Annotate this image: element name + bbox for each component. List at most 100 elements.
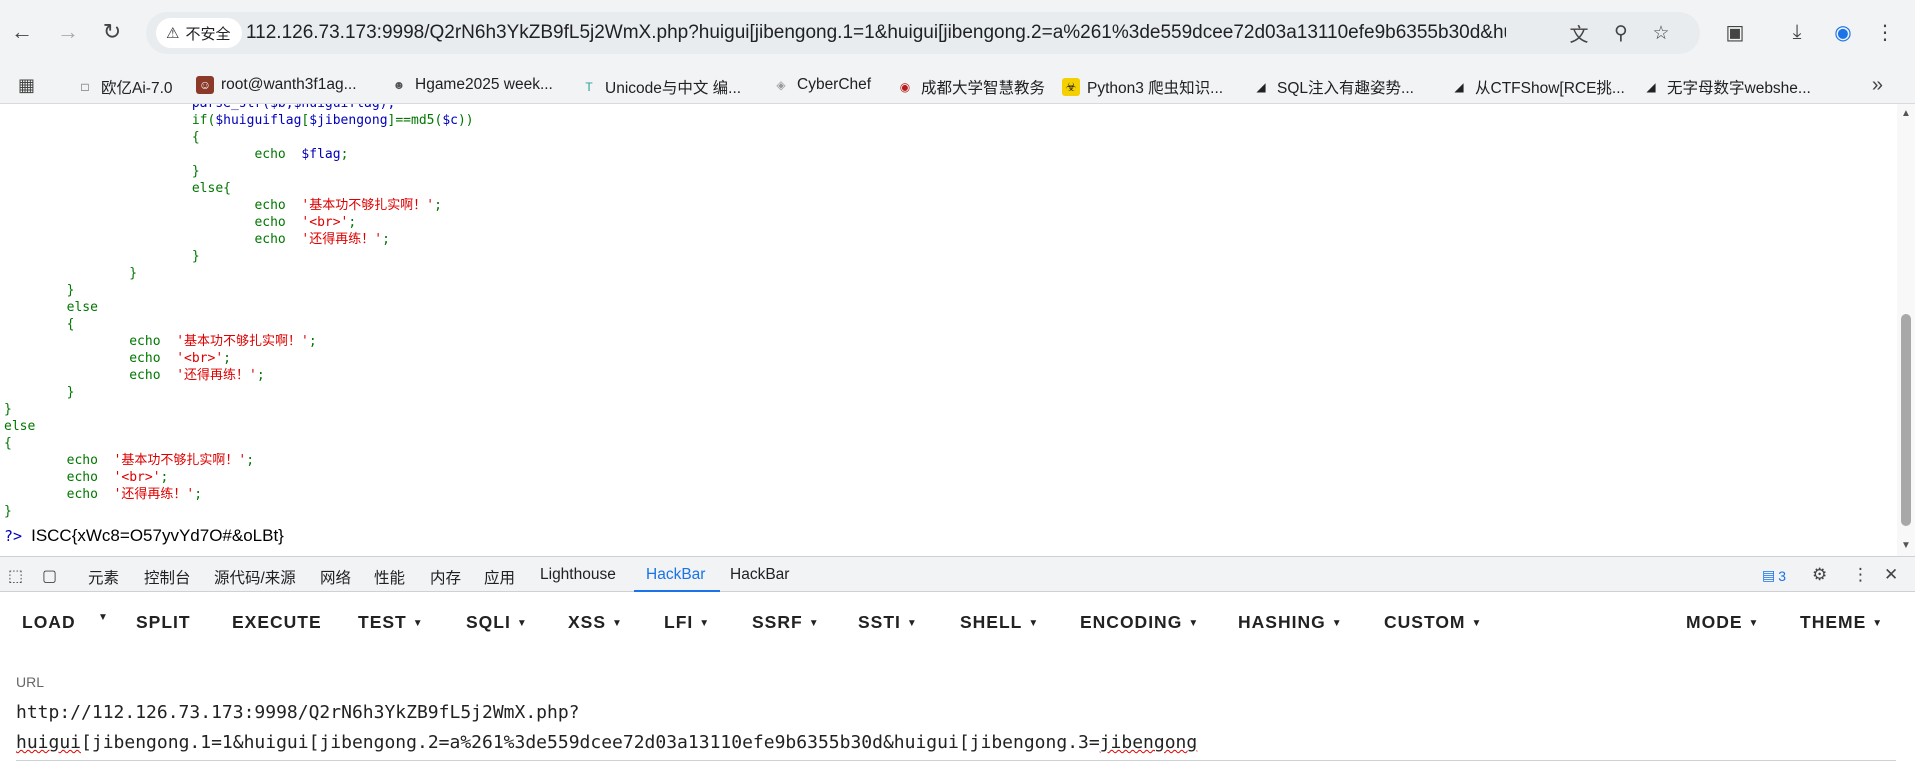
download-icon[interactable]: ⤓ [1782,17,1812,47]
devtools-tab[interactable]: 内存 [430,566,461,588]
back-arrow-icon[interactable]: ← [6,16,38,48]
hackbar-button-ssti[interactable]: SSTI ▼ [858,612,918,633]
devtools-tab[interactable]: 性能 [374,566,405,588]
scroll-down-icon[interactable]: ▼ [1901,540,1911,551]
code-token: '基本功不够扎实啊！' [113,453,247,468]
scrollbar-thumb[interactable] [1901,314,1911,526]
bookmark-item[interactable]: ◉ 成都大学智慧教务 [896,76,1045,98]
bookmark-item[interactable]: T Unicode与中文 编... [580,76,741,98]
code-token: echo [4,198,302,213]
menu-kebab-icon[interactable]: ⋮ [1870,17,1900,47]
caret-down-icon: ▼ [1028,618,1040,629]
hackbar-button-split[interactable]: SPLIT [136,612,191,633]
hackbar-button-test[interactable]: TEST ▼ [358,612,424,633]
devtools-tab[interactable]: 源代码/来源 [214,566,296,588]
code-token: '基本功不够扎实啊！' [301,198,435,213]
code-token: } [4,266,138,281]
devtools-tab[interactable]: HackBar [646,566,705,584]
hackbar-button-ssrf[interactable]: SSRF ▼ [752,612,820,633]
forward-arrow-icon[interactable]: → [52,16,84,48]
scroll-up-icon[interactable]: ▲ [1901,108,1911,119]
code-line: echo '<br>'; [4,469,474,486]
hackbar-button-hashing[interactable]: HASHING ▼ [1238,612,1343,633]
code-line: echo '<br>'; [4,214,474,231]
devtools-tab[interactable]: 元素 [88,566,119,588]
devtools-tab[interactable]: Lighthouse [540,566,616,584]
hackbar-button-mode[interactable]: MODE ▼ [1686,612,1759,633]
hackbar-button-custom[interactable]: CUSTOM ▼ [1384,612,1482,633]
code-token: ; [246,453,255,468]
extensions-icon[interactable]: ▣ [1720,17,1750,47]
bookmark-item[interactable]: ◢ SQL注入有趣姿势... [1252,76,1414,98]
close-devtools-icon[interactable]: ✕ [1884,565,1898,585]
flag-output-line: ?> ISCC{xWc8=O57yvYd7O#&oLBt} [4,526,284,546]
hackbar-button-label: SSRF [752,612,803,632]
hackbar-button-label: HASHING [1238,612,1326,632]
caret-down-icon: ▼ [612,618,623,629]
zoom-icon[interactable]: ⚲ [1608,20,1634,46]
code-line: } [4,503,474,520]
bookmark-item[interactable]: ☻ Hgame2025 week... [390,76,553,94]
message-count: 3 [1778,567,1787,584]
code-line: if($huiguiflag[$jibengong]==md5($c)) [4,112,474,129]
hackbar-button-load[interactable]: LOAD [22,612,76,633]
code-token: } [4,164,200,179]
devtools-tab[interactable]: 应用 [484,566,515,588]
profile-icon[interactable]: ◉ [1828,17,1858,47]
hackbar-button-theme[interactable]: THEME ▼ [1800,612,1883,633]
security-label: 不安全 [185,25,231,43]
devtools-menu-icon[interactable]: ⋮ [1852,565,1869,585]
page-scrollbar[interactable]: ▲ ▼ [1897,104,1915,556]
caret-down-icon: ▼ [1872,618,1884,629]
inspect-element-icon[interactable]: ⬚ [8,566,23,586]
code-line: echo '<br>'; [4,350,474,367]
code-token: $jibengong [309,113,388,128]
hackbar-button-label: CUSTOM [1384,612,1466,632]
address-bar[interactable]: ⚠ 不安全 112.126.73.173:9998/Q2rN6h3YkZB9fL… [146,12,1700,54]
bookmark-item[interactable]: ◢ 无字母数字webshe... [1642,76,1810,98]
code-line: parse_str($b,$huiguiflag); [4,104,474,112]
hackbar-button-execute[interactable]: EXECUTE [232,612,322,633]
caret-down-icon: ▼ [699,618,711,629]
hackbar-button-sqli[interactable]: SQLI ▼ [466,612,528,633]
url-text[interactable]: 112.126.73.173:9998/Q2rN6h3YkZB9fL5j2WmX… [246,22,1506,44]
hackbar-button-lfi[interactable]: LFI ▼ [664,612,710,633]
translate-icon[interactable]: 文 [1566,20,1592,46]
code-token: echo [4,453,114,468]
bookmark-item[interactable]: ☣ Python3 爬虫知识... [1062,76,1223,98]
avatar-icon: ☺ [196,76,214,94]
code-line: echo '还得再练！'; [4,367,474,384]
hackbar-button-shell[interactable]: SHELL ▼ [960,612,1039,633]
chat-icon: □ [81,80,89,94]
code-token: else [4,419,36,434]
devtools-tab[interactable]: 控制台 [144,566,191,588]
caret-down-icon: ▼ [1748,618,1760,629]
device-toolbar-icon[interactable]: ▢ [42,566,57,586]
hackbar-button-xss[interactable]: XSS ▼ [568,612,623,633]
devtools-tab[interactable]: HackBar [730,566,789,584]
code-token: ; [160,470,169,485]
bookmark-star-icon[interactable]: ☆ [1648,20,1674,46]
code-token: echo [4,368,177,383]
settings-gear-icon[interactable]: ⚙ [1812,565,1827,585]
url-line-2-c: jibengong [1099,732,1198,753]
code-line: } [4,163,474,180]
slash-icon: ◢ [1454,80,1464,94]
code-line: { [4,316,474,333]
url-textarea[interactable]: http://112.126.73.173:9998/Q2rN6h3YkZB9f… [16,698,1896,758]
bookmark-item[interactable]: ☺ root@wanth3f1ag... [196,76,357,94]
code-token: '<br>' [176,351,224,366]
load-dropdown-icon[interactable]: ▼ [98,612,108,623]
hackbar-button-encoding[interactable]: ENCODING ▼ [1080,612,1199,633]
devtools-tab[interactable]: 网络 [320,566,351,588]
bookmark-item[interactable]: ◈ CyberChef [772,76,871,94]
reload-icon[interactable]: ↻ [96,16,128,48]
hackbar-button-label: MODE [1686,612,1743,632]
apps-grid-icon[interactable]: ▦ [18,75,35,96]
messages-badge[interactable]: ▤ 3 [1762,567,1786,584]
bookmark-item[interactable]: ◢ 从CTFShow[RCE挑... [1450,76,1624,98]
bookmark-item[interactable]: □ 欧亿Ai-7.0 [76,76,172,98]
more-bookmarks-icon[interactable]: » [1872,74,1883,97]
code-line: { [4,129,474,146]
security-badge[interactable]: ⚠ 不安全 [156,18,243,48]
